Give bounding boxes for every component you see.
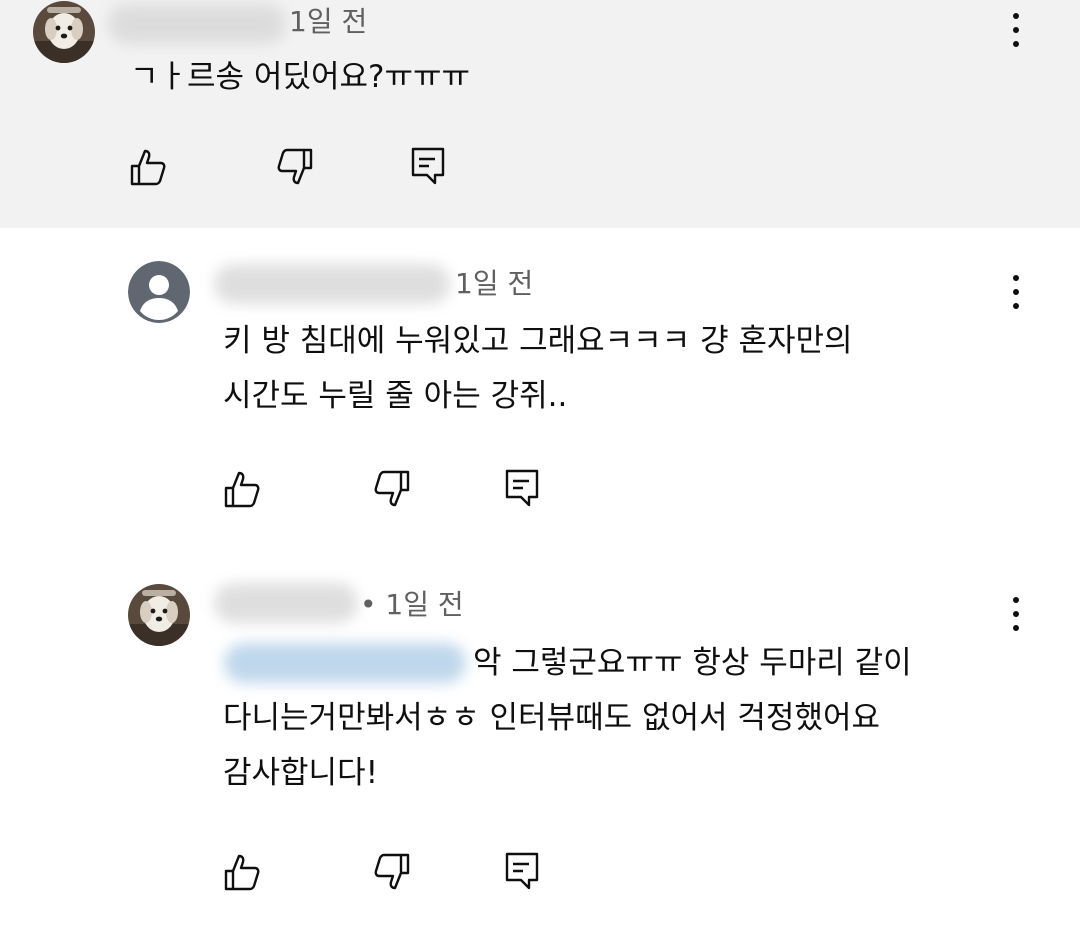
comment-line: 악 그렇군요ㅠㅠ 항상 두마리 같이	[473, 645, 912, 681]
comment-timestamp: 1일 전	[455, 267, 534, 300]
dislike-button[interactable]	[371, 852, 411, 892]
comment-timestamp: 1일 전	[289, 5, 368, 38]
default-avatar-icon	[128, 261, 190, 323]
reply-icon	[505, 852, 539, 890]
thumbs-up-icon	[224, 854, 260, 891]
comment-line: 감사합니다!	[223, 755, 379, 791]
reply-button[interactable]	[503, 850, 543, 890]
comment-text: ㄱㅏ르송 어딨어요?ㅠㅠㅠ	[130, 50, 470, 105]
avatar[interactable]	[128, 584, 190, 646]
avatar[interactable]	[128, 261, 190, 323]
reply-button[interactable]	[503, 467, 543, 507]
author-name-redacted[interactable]	[214, 583, 358, 623]
comment-text: 키 방 침대에 누워있고 그래요ㅋㅋㅋ 걍 혼자만의 시간도 누릴 줄 아는 강…	[223, 314, 853, 424]
thumbs-down-icon	[277, 148, 313, 185]
author-name-redacted[interactable]	[214, 264, 450, 304]
thumbs-up-icon	[130, 149, 166, 186]
like-button[interactable]	[223, 469, 263, 509]
avatar[interactable]	[33, 1, 95, 63]
comment-line: 다니는거만봐서ㅎㅎ 인터뷰때도 없어서 걱정했어요	[223, 700, 881, 736]
comment-text: 악 그렇군요ㅠㅠ 항상 두마리 같이 다니는거만봐서ㅎㅎ 인터뷰때도 없어서 걱…	[223, 636, 912, 801]
more-options-button[interactable]	[1006, 596, 1026, 632]
comment-line: ㄱㅏ르송 어딨어요?ㅠㅠㅠ	[130, 59, 471, 95]
comment-line: 시간도 누릴 줄 아는 강쥐..	[223, 378, 568, 414]
dislike-button[interactable]	[371, 469, 411, 509]
reply-button[interactable]	[409, 145, 449, 185]
thumbs-up-icon	[224, 471, 260, 508]
reply-icon	[505, 469, 539, 507]
dislike-button[interactable]	[274, 147, 314, 187]
author-name-redacted[interactable]	[108, 4, 286, 44]
like-button[interactable]	[223, 852, 263, 892]
comment-timestamp: • 1일 전	[360, 588, 464, 621]
thumbs-down-icon	[374, 853, 410, 890]
like-button[interactable]	[129, 147, 169, 187]
comment-line: 키 방 침대에 누워있고 그래요ㅋㅋㅋ 걍 혼자만의	[223, 323, 853, 359]
more-options-button[interactable]	[1006, 12, 1026, 48]
thumbs-down-icon	[374, 470, 410, 507]
more-options-button[interactable]	[1006, 274, 1026, 310]
reply-icon	[411, 147, 445, 185]
